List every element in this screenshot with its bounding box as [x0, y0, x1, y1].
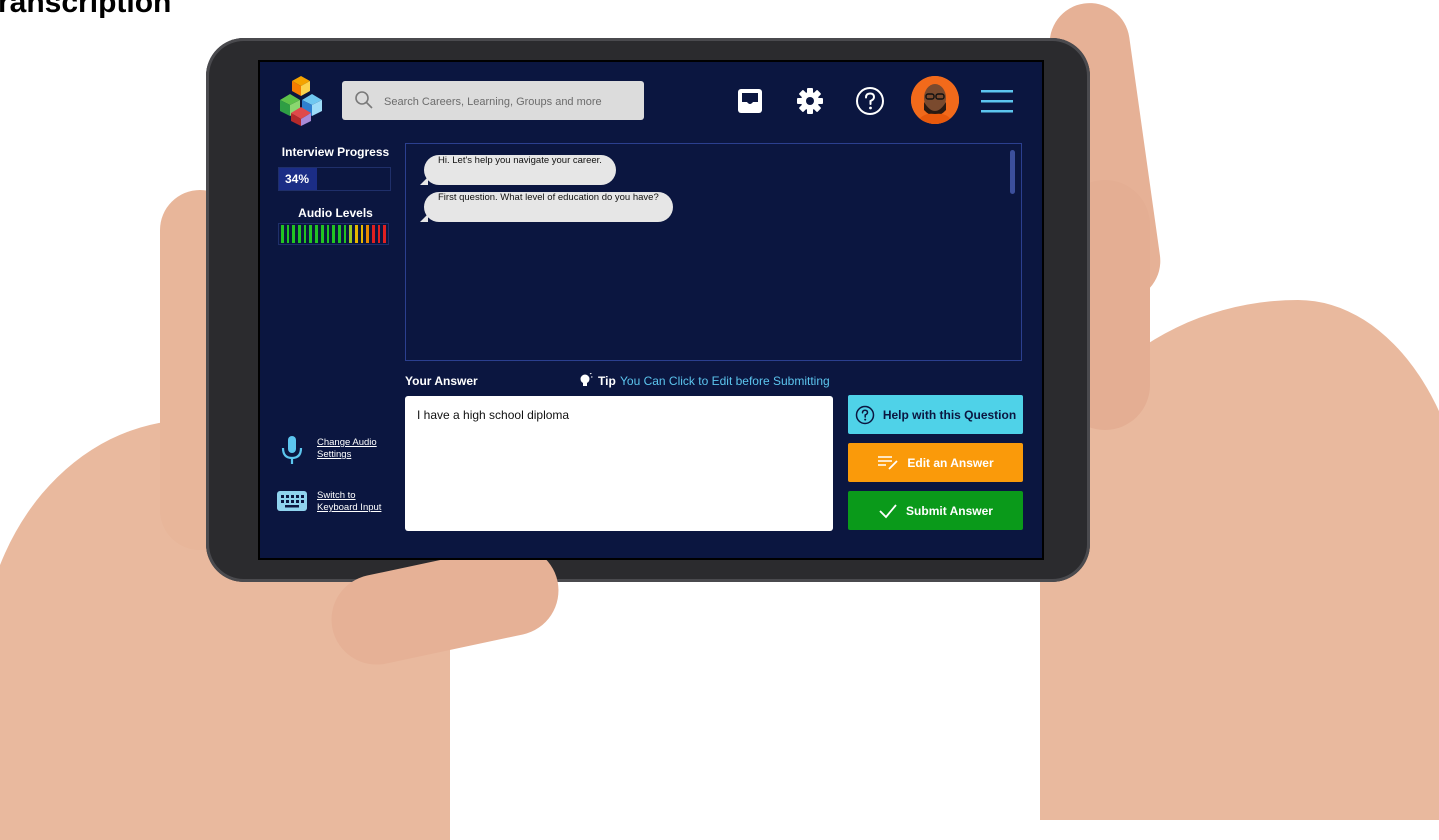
audio-level-bar [320, 225, 324, 243]
audio-level-bar [343, 225, 347, 243]
change-audio-settings-link[interactable]: Change Audio Settings [317, 437, 387, 461]
help-with-question-button[interactable]: Help with this Question [848, 395, 1023, 434]
question-circle-icon [855, 405, 875, 424]
help-with-question-label: Help with this Question [882, 407, 1017, 422]
interview-progress-value: 34% [285, 172, 310, 186]
audio-level-bar [309, 225, 313, 243]
tip-text: You Can Click to Edit before Submitting [620, 374, 830, 388]
audio-level-bar [332, 225, 335, 243]
keyboard-icon[interactable] [277, 491, 307, 511]
answer-textarea[interactable]: I have a high school diploma [405, 396, 833, 531]
chat-message: First question. What level of education … [420, 192, 673, 222]
edit-answer-label: Edit an Answer [907, 455, 994, 470]
user-photo-icon [911, 76, 959, 124]
hamburger-menu-icon[interactable] [981, 88, 1013, 114]
audio-level-bar [372, 225, 375, 243]
help-icon[interactable] [855, 86, 885, 116]
audio-levels-title: Audio Levels [298, 206, 373, 220]
audio-level-bar [286, 225, 290, 243]
audio-level-meter [278, 223, 389, 245]
audio-level-bar [337, 225, 341, 243]
your-answer-label: Your Answer [405, 374, 478, 388]
audio-level-bar [281, 225, 284, 243]
edit-lines-icon [878, 455, 899, 470]
audio-level-bar [349, 225, 352, 243]
submit-answer-button[interactable]: Submit Answer [848, 491, 1023, 530]
search-icon [355, 91, 373, 109]
interview-progress-title: Interview Progress [281, 145, 390, 159]
gear-icon[interactable] [795, 86, 825, 116]
edit-answer-button[interactable]: Edit an Answer [848, 443, 1023, 482]
audio-level-bar [354, 225, 358, 243]
audio-level-bar [292, 225, 296, 243]
audio-level-bar [366, 225, 369, 243]
audio-level-bar [303, 225, 307, 243]
switch-keyboard-input-link[interactable]: Switch to Keyboard Input [317, 490, 392, 514]
audio-level-bar [383, 225, 387, 243]
audio-level-bar [360, 225, 364, 243]
search-input[interactable] [382, 81, 636, 122]
audio-level-bar [377, 225, 381, 243]
page-heading: ranscription [0, 0, 172, 19]
chat-scrollbar[interactable] [1010, 150, 1015, 194]
submit-answer-label: Submit Answer [906, 503, 993, 518]
chat-message: Hi. Let's help you navigate your career. [420, 155, 616, 185]
microphone-icon[interactable] [278, 434, 306, 466]
chat-transcript: Hi. Let's help you navigate your career.… [405, 143, 1022, 361]
audio-level-bar [315, 225, 318, 243]
checkmark-icon [879, 503, 897, 518]
app-logo-icon[interactable] [276, 74, 326, 126]
tip-label: Tip [598, 374, 616, 388]
audio-level-bar [326, 225, 330, 243]
tablet-screen: Interview Progress 34% Audio Levels Chan… [258, 60, 1044, 560]
audio-level-bar [298, 225, 301, 243]
interview-progress-bar: 34% [278, 167, 391, 191]
inbox-icon[interactable] [735, 86, 765, 116]
user-avatar[interactable] [911, 76, 959, 124]
search-bar[interactable] [342, 81, 644, 122]
lightbulb-icon [580, 373, 593, 386]
